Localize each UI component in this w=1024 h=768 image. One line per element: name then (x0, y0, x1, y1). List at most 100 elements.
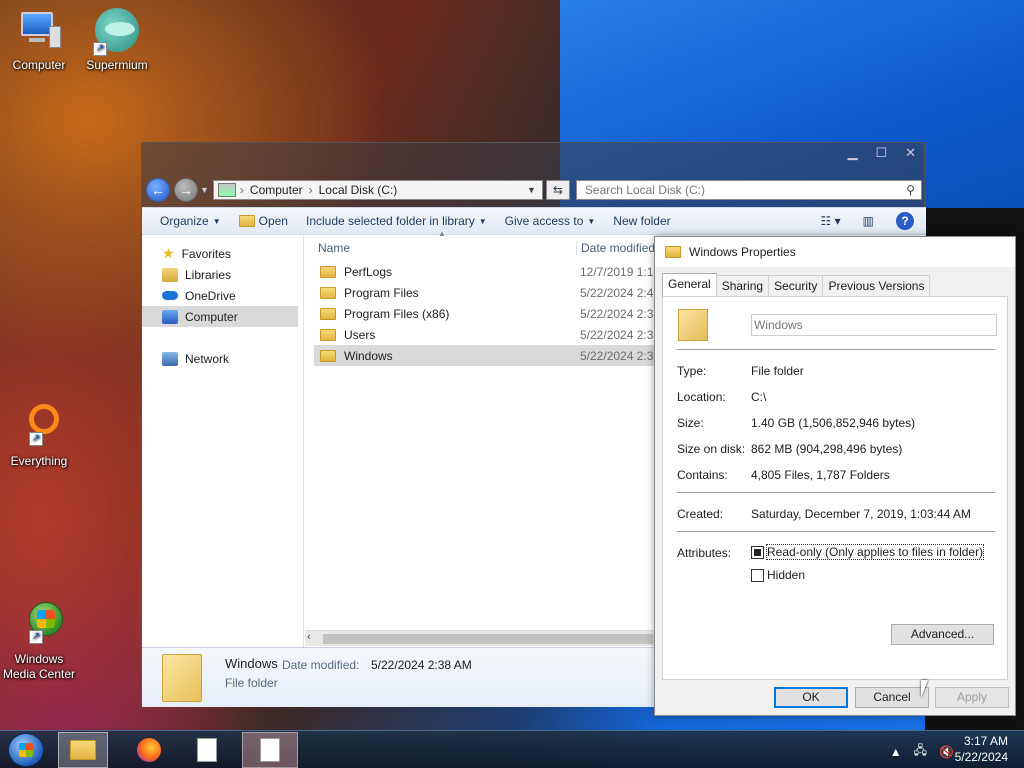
hidden-checkbox[interactable]: Hidden (751, 568, 805, 582)
cancel-button[interactable]: Cancel (855, 687, 929, 708)
back-button[interactable]: ← (146, 178, 170, 202)
minimize-icon[interactable]: ▁ (847, 145, 857, 161)
libraries-icon (162, 267, 178, 282)
size-on-disk-value: 862 MB (904,298,496 bytes) (751, 442, 903, 456)
file-date: 5/22/2024 2:38 (580, 327, 661, 342)
folder-icon (320, 349, 336, 362)
location-value: C:\ (751, 390, 767, 404)
search-icon[interactable]: ⚲ (906, 183, 915, 197)
tab-security[interactable]: Security (768, 275, 824, 296)
file-date: 5/22/2024 2:41 (580, 285, 661, 300)
folder-icon (320, 286, 336, 299)
nav-label: Computer (185, 309, 238, 324)
system-tray: ▲ 🖧 🔇 (890, 741, 954, 762)
clock[interactable]: 3:17 AM 5/22/2024 (955, 733, 1008, 765)
forward-button[interactable]: → (174, 178, 198, 202)
taskbar-firefox[interactable] (124, 732, 174, 768)
maximize-icon[interactable]: ☐ (875, 145, 887, 161)
folder-name-field[interactable]: Windows (751, 314, 997, 336)
attributes-label: Attributes: (677, 546, 732, 560)
dialog-titlebar: Windows Properties (655, 237, 1015, 267)
nav-item-favorites[interactable]: ★ Favorites (142, 243, 303, 264)
open-button[interactable]: Open (238, 214, 288, 228)
size-on-disk-label: Size on disk: (677, 442, 746, 456)
tab-previous-versions[interactable]: Previous Versions (822, 275, 931, 296)
general-tab-pane: Windows Type: File folder Location: C:\ … (662, 296, 1008, 680)
nav-item-libraries[interactable]: Libraries (142, 264, 303, 285)
desktop-icon-everything[interactable]: ↗ Everything (1, 404, 77, 469)
document-icon (197, 738, 217, 762)
file-name: Program Files (x86) (344, 306, 450, 321)
desktop-icon-supermium[interactable]: ↗ Supermium (79, 8, 155, 73)
volume-muted-icon[interactable]: 🔇 (939, 745, 954, 759)
file-date: 5/22/2024 2:38 (580, 306, 661, 321)
breadcrumb-computer[interactable]: Computer (250, 183, 303, 197)
change-view-icon[interactable]: ☷ ▾ (821, 214, 841, 228)
breadcrumb-separator-icon[interactable]: › (309, 183, 313, 197)
give-access-button[interactable]: Give access to ▼ (505, 214, 596, 228)
open-label: Open (258, 214, 288, 228)
nav-item-network[interactable]: Network (142, 348, 303, 369)
divider (677, 531, 995, 532)
navigation-pane: ★ Favorites Libraries OneDrive Computer … (142, 235, 304, 647)
nav-item-onedrive[interactable]: OneDrive (142, 285, 303, 306)
scroll-thumb[interactable] (323, 634, 653, 644)
file-date: 5/22/2024 2:38 (580, 348, 661, 363)
readonly-checkbox[interactable]: Read-only (Only applies to files in fold… (751, 544, 985, 560)
organize-button[interactable]: Organize ▼ (160, 214, 221, 228)
column-header-name[interactable]: Name (314, 241, 576, 255)
breadcrumb-local-disk[interactable]: Local Disk (C:) (319, 183, 398, 197)
tab-sharing[interactable]: Sharing (715, 275, 770, 296)
everything-icon: ↗ (15, 404, 63, 452)
nav-item-computer[interactable]: Computer (142, 306, 298, 327)
tab-general[interactable]: General (662, 273, 717, 296)
file-name: PerfLogs (344, 264, 393, 279)
recent-pages-dropdown-icon[interactable]: ▼ (200, 185, 209, 195)
nav-label: Favorites (181, 246, 231, 261)
created-value: Saturday, December 7, 2019, 1:03:44 AM (751, 507, 971, 521)
include-in-library-button[interactable]: Include selected folder in library ▼ (306, 214, 487, 228)
shortcut-arrow-icon: ↗ (93, 42, 107, 56)
dialog-title: Windows Properties (689, 245, 796, 259)
folder-icon (665, 246, 681, 258)
refresh-button[interactable]: ⇆ (545, 180, 570, 200)
desktop-icon-media-center[interactable]: ↗ Windows Media Center (1, 602, 77, 682)
address-dropdown-icon[interactable]: ▼ (527, 185, 536, 195)
folder-icon (320, 328, 336, 341)
ok-button[interactable]: OK (774, 687, 848, 708)
start-button[interactable] (8, 733, 44, 767)
size-label: Size: (677, 416, 704, 430)
show-hidden-icons-icon[interactable]: ▲ (890, 745, 902, 759)
taskbar-notepad[interactable] (182, 732, 232, 768)
breadcrumb-separator-icon[interactable]: › (240, 183, 244, 197)
clock-date: 5/22/2024 (954, 750, 1008, 764)
taskbar-active-document[interactable] (242, 732, 298, 768)
scroll-left-icon[interactable]: ‹ (307, 631, 311, 643)
new-folder-button[interactable]: New folder (613, 214, 670, 228)
drive-icon (217, 183, 236, 197)
windows-logo-icon (19, 743, 33, 757)
preview-pane-icon[interactable]: ▥ (863, 214, 874, 228)
column-header-date[interactable]: Date modified (576, 241, 655, 255)
search-placeholder: Search Local Disk (C:) (584, 183, 705, 197)
network-icon[interactable]: 🖧 (914, 741, 927, 762)
search-input[interactable]: Search Local Disk (C:) ⚲ (575, 180, 922, 200)
taskbar-explorer[interactable] (58, 732, 108, 768)
divider (677, 492, 995, 493)
folder-icon (320, 265, 336, 278)
location-label: Location: (677, 390, 726, 404)
address-field[interactable]: › Computer › Local Disk (C:) ▼ (212, 180, 543, 200)
advanced-button[interactable]: Advanced... (891, 624, 994, 645)
organize-label: Organize (160, 214, 209, 228)
apply-button[interactable]: Apply (935, 687, 1009, 708)
supermium-icon: ↗ (93, 8, 141, 56)
command-bar: Organize ▼ Open Include selected folder … (142, 207, 926, 235)
help-icon[interactable]: ? (896, 212, 914, 230)
desktop-icon-computer[interactable]: Computer (1, 8, 77, 73)
close-icon[interactable]: ✕ (905, 145, 916, 161)
network-icon (162, 351, 178, 366)
desktop-icon-label: Everything (10, 454, 68, 468)
computer-icon (15, 8, 63, 56)
chevron-down-icon: ▼ (587, 216, 596, 226)
horizontal-scrollbar[interactable]: ‹ (305, 630, 665, 646)
